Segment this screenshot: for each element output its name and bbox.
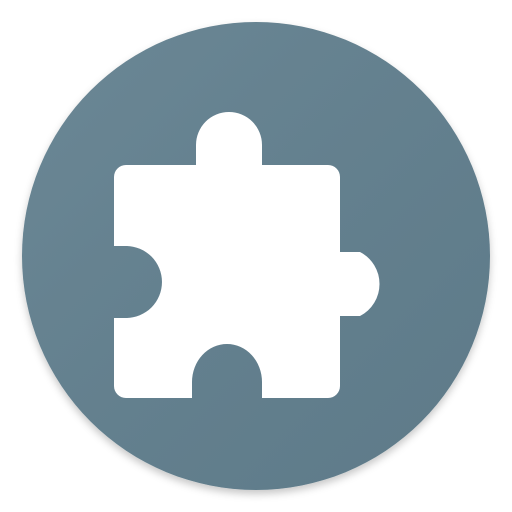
puzzle-piece-icon (22, 22, 490, 490)
app-icon (0, 0, 512, 512)
